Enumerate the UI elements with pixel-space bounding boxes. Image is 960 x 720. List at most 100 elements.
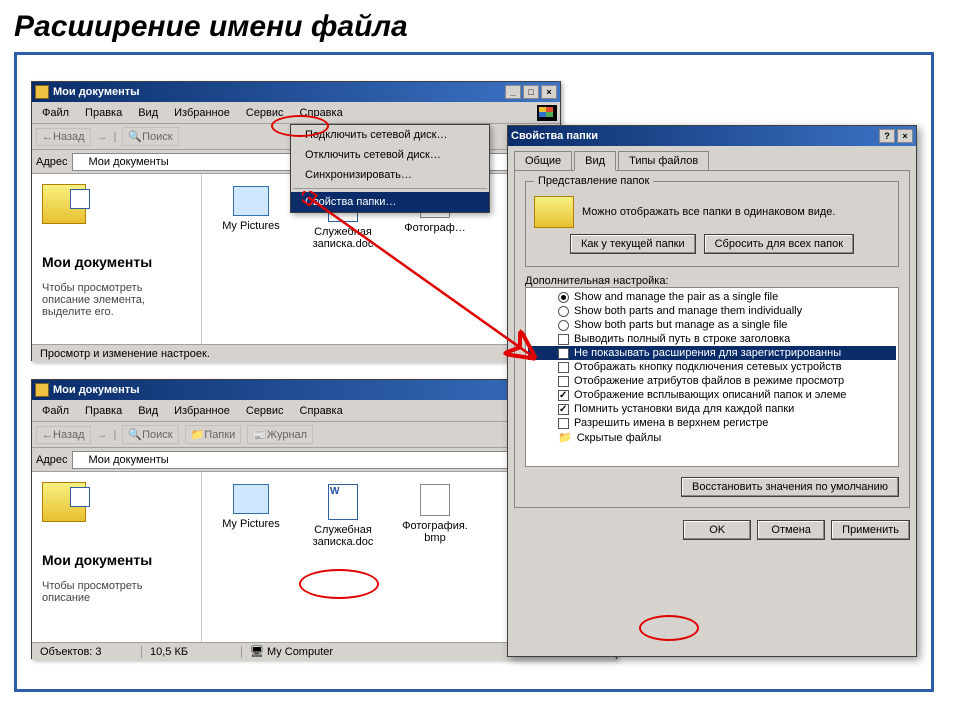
tree-item[interactable]: Отображать кнопку подключения сетевых ус… [528, 360, 896, 374]
menu-файл[interactable]: Файл [36, 105, 75, 121]
side-panel-hint: Чтобы просмотреть описание элемента, выд… [42, 282, 191, 318]
service-dropdown[interactable]: Подключить сетевой диск…Отключить сетево… [290, 124, 490, 213]
menu-файл[interactable]: Файл [36, 403, 75, 419]
folder-icon [534, 196, 574, 228]
tree-item[interactable]: Отображение всплывающих описаний папок и… [528, 388, 896, 402]
tab-view-body: Представление папок Можно отображать все… [514, 170, 910, 508]
tree-label: Скрытые файлы [577, 432, 662, 444]
restore-defaults-button[interactable]: Восстановить значения по умолчанию [681, 477, 899, 497]
cancel-button[interactable]: Отмена [757, 520, 825, 540]
tree-item[interactable]: Show both parts and manage them individu… [528, 304, 896, 318]
search-button[interactable]: 🔍 Поиск [122, 425, 178, 444]
folder-presentation-group: Представление папок Можно отображать все… [525, 181, 899, 267]
folder-icon [35, 85, 49, 99]
tab-типы файлов[interactable]: Типы файлов [618, 151, 709, 171]
menu-item[interactable]: Синхронизировать… [291, 165, 489, 185]
tree-item[interactable]: Не показывать расширения для зарегистрир… [528, 346, 896, 360]
maximize-button[interactable]: □ [523, 85, 539, 99]
file-label: My Pictures [214, 220, 288, 232]
checkbox-icon[interactable] [558, 390, 569, 401]
tree-item[interactable]: 📁 Скрытые файлы [528, 430, 896, 445]
menu-правка[interactable]: Правка [79, 105, 128, 121]
menu-справка[interactable]: Справка [294, 105, 349, 121]
radiobox-icon[interactable] [558, 306, 569, 317]
checkbox-icon[interactable] [558, 348, 569, 359]
tree-item[interactable]: Выводить полный путь в строке заголовка [528, 332, 896, 346]
checkbox-icon[interactable] [558, 334, 569, 345]
menu-правка[interactable]: Правка [79, 403, 128, 419]
menu-item[interactable]: Подключить сетевой диск… [291, 125, 489, 145]
windows-logo-icon [537, 105, 557, 121]
file-item[interactable]: My Pictures [214, 186, 288, 232]
side-panel: Мои документы Чтобы просмотреть описание [32, 472, 202, 642]
address-label: Адрес [36, 156, 68, 168]
search-button[interactable]: 🔍 Поиск [122, 127, 178, 146]
side-panel: Мои документы Чтобы просмотреть описание… [32, 174, 202, 344]
close-button[interactable]: × [897, 129, 913, 143]
checkbox-icon[interactable] [558, 404, 569, 415]
checkbox-icon[interactable] [558, 376, 569, 387]
tree-label: Выводить полный путь в строке заголовка [574, 333, 790, 345]
dialog-title: Свойства папки [511, 130, 598, 142]
folders-button[interactable]: 📁 Папки [185, 425, 242, 444]
checkbox-icon[interactable] [558, 418, 569, 429]
file-item[interactable]: Служебная записка.doc [306, 484, 380, 548]
titlebar[interactable]: Свойства папки ? × [508, 126, 916, 146]
window-title: Мои документы [53, 86, 140, 98]
page-title: Расширение имени файла [14, 10, 946, 44]
stage: Мои документы _ □ × ФайлПравкаВидИзбранн… [14, 52, 934, 692]
status-objects: Объектов: 3 [32, 646, 142, 658]
radiobox-icon[interactable] [558, 292, 569, 303]
folder-icon [42, 184, 86, 224]
tree-item[interactable]: Show and manage the pair as a single fil… [528, 290, 896, 304]
tab-общие[interactable]: Общие [514, 151, 572, 171]
side-panel-hint: Чтобы просмотреть описание [42, 580, 191, 604]
radiobox-icon[interactable] [558, 320, 569, 331]
tree-item[interactable]: Разрешить имена в верхнем регистре [528, 416, 896, 430]
like-current-folder-button[interactable]: Как у текущей папки [570, 234, 696, 254]
menu-сервис[interactable]: Сервис [240, 403, 290, 419]
tree-item[interactable]: Отображение атрибутов файлов в режиме пр… [528, 374, 896, 388]
doc-icon [328, 484, 358, 520]
tree-label: Разрешить имена в верхнем регистре [574, 417, 768, 429]
tab-вид[interactable]: Вид [574, 151, 616, 171]
tree-item[interactable]: Помнить установки вида для каждой папки [528, 402, 896, 416]
tree-label: Show and manage the pair as a single fil… [574, 291, 778, 303]
back-button[interactable]: ← Назад [36, 426, 91, 444]
menu-item[interactable]: Отключить сетевой диск… [291, 145, 489, 165]
file-label: My Pictures [214, 518, 288, 530]
tree-label: Отображение всплывающих описаний папок и… [574, 389, 846, 401]
file-label: Фотограф… [398, 222, 472, 234]
reset-all-folders-button[interactable]: Сбросить для всех папок [704, 234, 854, 254]
tree-item[interactable]: Show both parts but manage as a single f… [528, 318, 896, 332]
tree-label: Show both parts but manage as a single f… [574, 319, 787, 331]
menu-сервис[interactable]: Сервис [240, 105, 290, 121]
ok-button[interactable]: OK [683, 520, 751, 540]
advanced-settings-tree[interactable]: Show and manage the pair as a single fil… [525, 287, 899, 467]
journal-button[interactable]: 📰 Журнал [247, 425, 313, 444]
menu-справка[interactable]: Справка [294, 403, 349, 419]
file-item[interactable]: My Pictures [214, 484, 288, 530]
group-title: Представление папок [534, 175, 653, 187]
menu-вид[interactable]: Вид [132, 403, 164, 419]
folder-icon [77, 454, 89, 466]
address-label: Адрес [36, 454, 68, 466]
close-button[interactable]: × [541, 85, 557, 99]
menu-вид[interactable]: Вид [132, 105, 164, 121]
menu-item[interactable]: Свойства папки… [291, 192, 489, 212]
advanced-label: Дополнительная настройка: [525, 275, 899, 287]
titlebar[interactable]: Мои документы _ □ × [32, 82, 560, 102]
menu-избранное[interactable]: Избранное [168, 403, 236, 419]
apply-button[interactable]: Применить [831, 520, 910, 540]
minimize-button[interactable]: _ [505, 85, 521, 99]
file-label: Служебная записка.doc [306, 226, 380, 250]
help-button[interactable]: ? [879, 129, 895, 143]
file-label: Фотография. bmp [398, 520, 472, 544]
address-input[interactable]: Мои документы [72, 451, 538, 469]
menu-избранное[interactable]: Избранное [168, 105, 236, 121]
checkbox-icon[interactable] [558, 362, 569, 373]
address-value: Мои документы [89, 156, 169, 168]
folder-icon: 📁 [558, 431, 572, 444]
back-button[interactable]: ← Назад [36, 128, 91, 146]
file-item[interactable]: Фотография. bmp [398, 484, 472, 544]
